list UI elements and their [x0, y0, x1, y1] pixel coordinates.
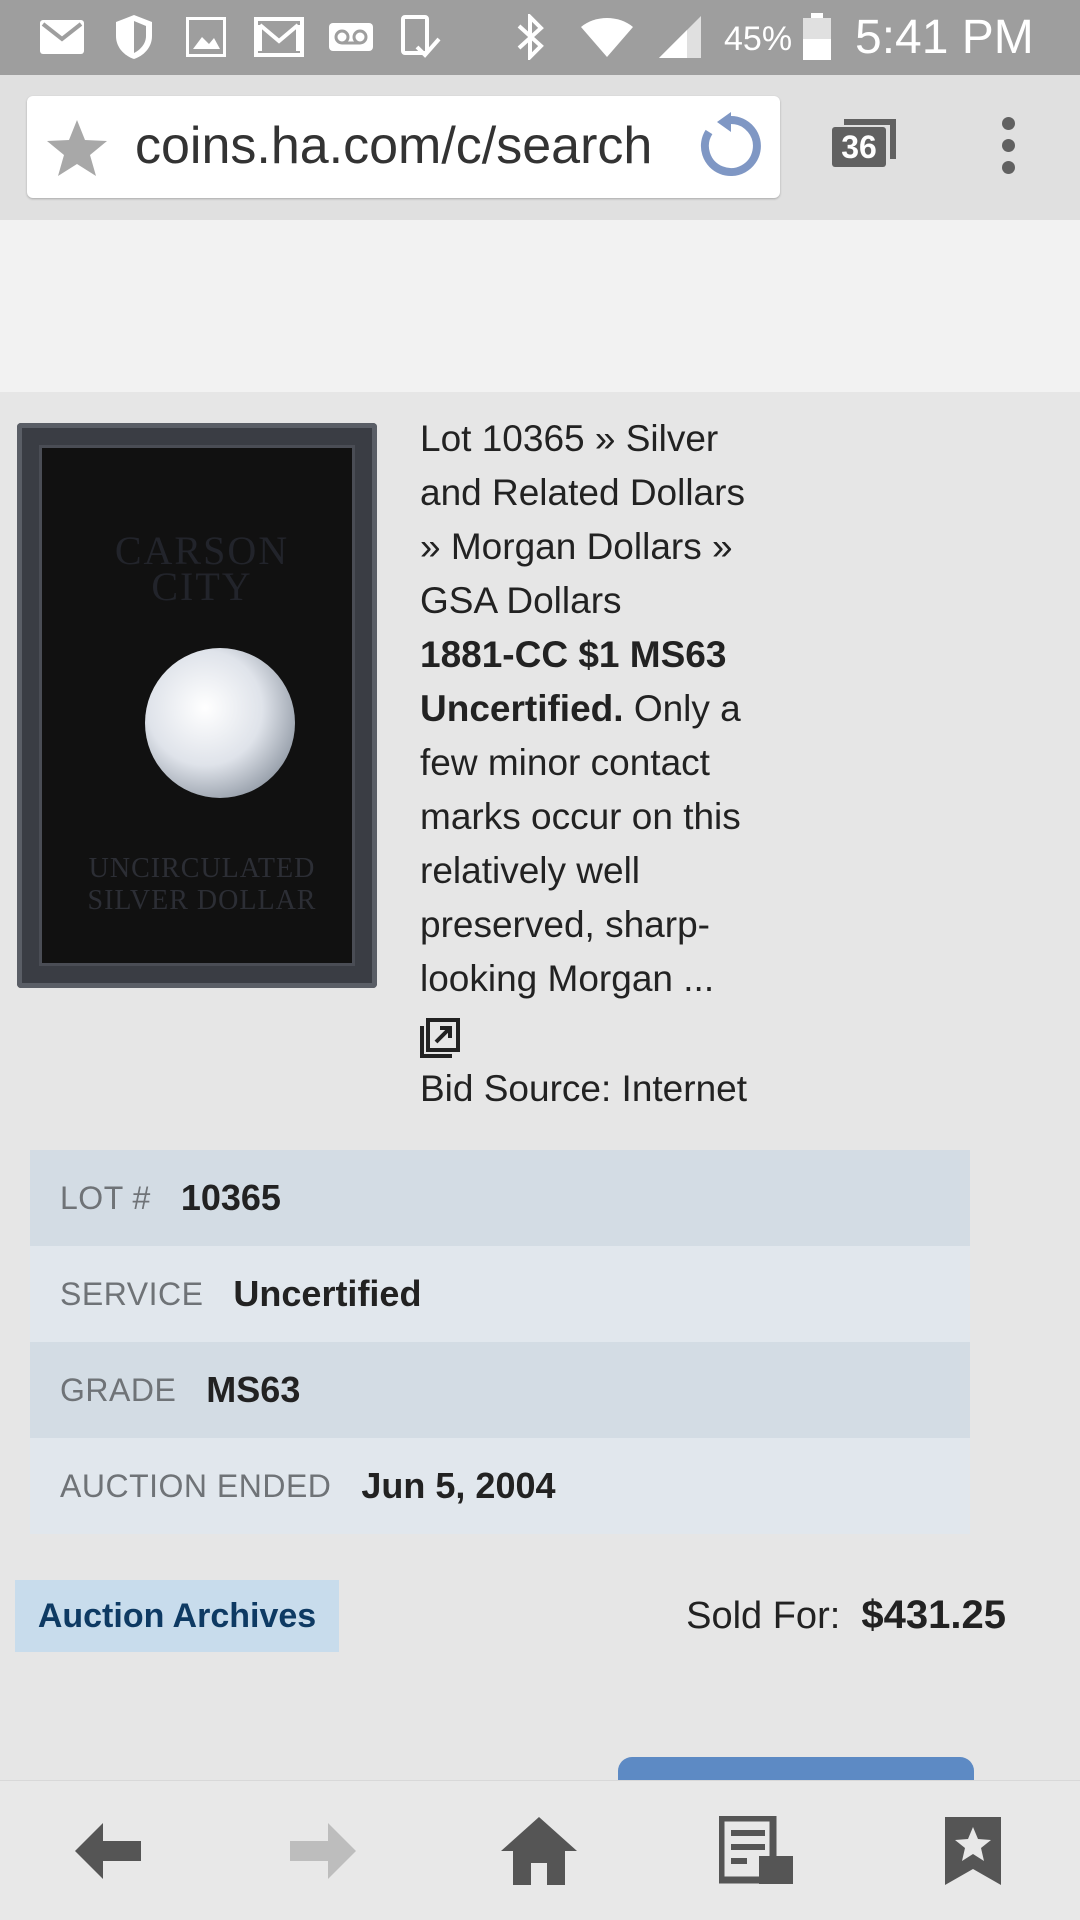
browser-toolbar: coins.ha.com/c/search 36 [0, 75, 1080, 220]
address-bar[interactable]: coins.ha.com/c/search [27, 96, 780, 198]
wifi-icon [578, 14, 636, 60]
detail-label: LOT # [60, 1179, 151, 1216]
star-icon[interactable] [45, 118, 109, 183]
lot-title[interactable]: 1881-CC $1 MS63 [420, 634, 726, 675]
detail-value: Jun 5, 2004 [361, 1465, 556, 1506]
description-text: few minor contact [420, 742, 710, 783]
lot-title-service[interactable]: Uncertified. [420, 688, 624, 729]
bluetooth-icon [510, 14, 550, 60]
device-check-icon [398, 14, 442, 60]
description-text: Only a [633, 688, 741, 729]
back-arrow-icon[interactable] [63, 1811, 153, 1891]
detail-row-grade: GRADE MS63 [30, 1342, 970, 1438]
detail-row-service: SERVICE Uncertified [30, 1246, 970, 1342]
lot-details-table: LOT # 10365 SERVICE Uncertified GRADE MS… [30, 1150, 970, 1534]
coin [145, 648, 295, 798]
description-text: preserved, sharp- [420, 904, 710, 945]
holder-bottom-text: UNCIRCULATED SILVER DOLLAR [87, 853, 317, 916]
detail-value: 10365 [180, 1177, 281, 1218]
detail-label: SERVICE [60, 1275, 204, 1312]
battery-percent: 45% [724, 20, 793, 58]
sold-label: Sold For: [686, 1595, 841, 1637]
holder-brand-text: CARSON CITY [114, 528, 290, 609]
voicemail-icon [328, 14, 374, 60]
coin-holder: CARSON CITY UNCIRCULATED SILVER DOLLAR [39, 445, 355, 966]
battery-icon [800, 13, 834, 60]
breadcrumb-line[interactable]: Lot 10365 » Silver [420, 412, 820, 466]
detail-value: Uncertified [233, 1273, 422, 1314]
mail-icon [38, 14, 86, 60]
detail-label: AUCTION ENDED [60, 1467, 332, 1504]
description-text: marks occur on this [420, 796, 741, 837]
forward-arrow-icon[interactable] [278, 1811, 368, 1891]
tab-count[interactable]: 36 [832, 127, 886, 167]
detail-label: GRADE [60, 1371, 177, 1408]
breadcrumb-line[interactable]: » Morgan Dollars » [420, 520, 820, 574]
bottom-navigation [0, 1780, 1080, 1920]
detail-value: MS63 [206, 1369, 301, 1410]
status-bar: 45% 5:41 PM [0, 0, 1080, 75]
shield-icon [112, 14, 156, 60]
reading-list-icon[interactable] [712, 1811, 802, 1891]
overflow-menu-icon[interactable] [990, 117, 1026, 179]
image-icon [184, 14, 228, 60]
breadcrumb-line[interactable]: GSA Dollars [420, 574, 820, 628]
open-external-icon[interactable] [420, 1018, 460, 1059]
gmail-icon [252, 14, 306, 60]
signal-icon [656, 14, 704, 60]
lot-content: CARSON CITY UNCIRCULATED SILVER DOLLAR L… [0, 392, 1080, 1780]
sold-for: Sold For: $431.25 [666, 1580, 1006, 1651]
coin-image[interactable]: CARSON CITY UNCIRCULATED SILVER DOLLAR [17, 423, 377, 988]
make-offer-button[interactable] [618, 1757, 974, 1780]
sold-price: $431.25 [861, 1593, 1006, 1637]
url-text[interactable]: coins.ha.com/c/search [135, 114, 700, 178]
blank-banner [0, 220, 1080, 392]
home-icon[interactable] [494, 1811, 584, 1891]
description-text: relatively well [420, 850, 641, 891]
lot-description: Lot 10365 » Silver and Related Dollars »… [420, 412, 820, 1060]
detail-row-lot: LOT # 10365 [30, 1150, 970, 1246]
description-text: looking Morgan ... [420, 958, 715, 999]
detail-row-auction-ended: AUCTION ENDED Jun 5, 2004 [30, 1438, 970, 1534]
bookmark-star-icon[interactable] [928, 1811, 1018, 1891]
breadcrumb-line[interactable]: and Related Dollars [420, 466, 820, 520]
clock: 5:41 PM [855, 11, 1034, 64]
reload-icon[interactable] [695, 110, 767, 187]
auction-archives-button[interactable]: Auction Archives [15, 1580, 339, 1652]
bid-source: Bid Source: Internet [420, 1068, 748, 1109]
